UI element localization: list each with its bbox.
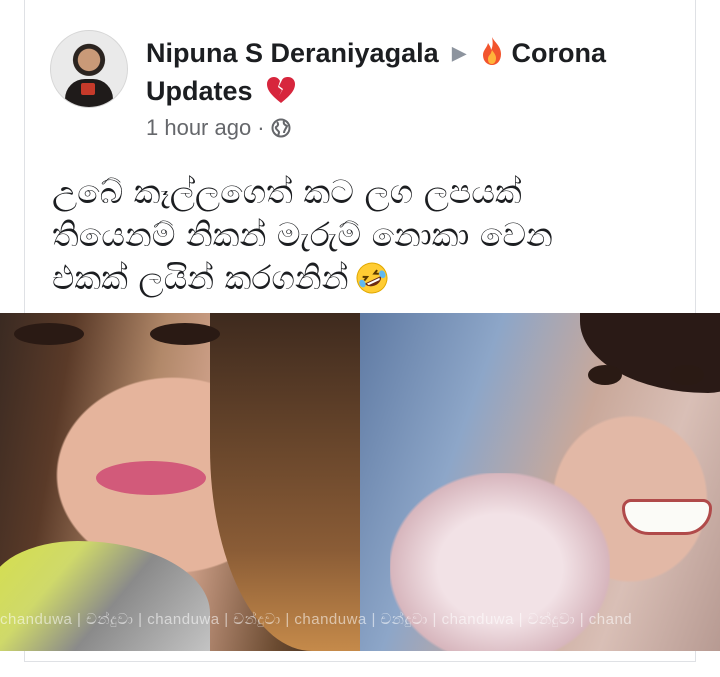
post-text-line-1: උබේ කෑල්ලගෙත් කට ලග ලපයක්	[52, 172, 522, 211]
rolling-laughing-emoji-icon	[356, 262, 388, 294]
post-text-line-3: එකක් ලයින් කරගනින්	[52, 258, 349, 297]
meta-separator: ·	[257, 115, 265, 140]
author-avatar[interactable]	[50, 30, 128, 108]
photo-left-panel	[0, 313, 380, 651]
arrow-right-icon: ▶	[452, 43, 466, 63]
fire-emoji-icon	[483, 37, 502, 65]
photo-right-panel	[360, 313, 720, 651]
broken-heart-icon	[267, 77, 296, 103]
post-photo[interactable]: chanduwa | චන්දුවා | chanduwa | චන්දුවා …	[0, 313, 720, 651]
photo-left-eye	[14, 323, 84, 345]
photo-right-eye	[670, 365, 704, 385]
post-text-line-3-wrapper: එකක් ලයින් කරගනින්	[52, 256, 672, 299]
post-body-text: උබේ කෑල්ලගෙත් කට ලග ලපයක් තියෙනම් නිකන් …	[52, 170, 672, 299]
avatar-figure	[65, 79, 113, 107]
photo-left-lips	[96, 461, 206, 495]
globe-icon[interactable]	[271, 118, 291, 138]
photo-right-eye	[588, 365, 622, 385]
post-meta: 1 hour ago ·	[146, 115, 291, 141]
photo-watermark: chanduwa | චන්දුවා | chanduwa | චන්දුවා …	[0, 611, 633, 628]
post-text-line-2: තියෙනම් නිකන් මැරුම් නොකා වෙන	[52, 215, 553, 254]
post-timestamp-link[interactable]: 1 hour ago	[146, 115, 251, 141]
post-header: Nipuna S Deraniyagala ▶ Corona Updates	[146, 34, 686, 110]
photo-left-eye	[150, 323, 220, 345]
author-name-link[interactable]: Nipuna S Deraniyagala	[146, 38, 439, 68]
photo-left-scarf	[0, 541, 210, 651]
photo-left-hair	[210, 313, 380, 651]
photo-right-smile	[622, 499, 712, 535]
